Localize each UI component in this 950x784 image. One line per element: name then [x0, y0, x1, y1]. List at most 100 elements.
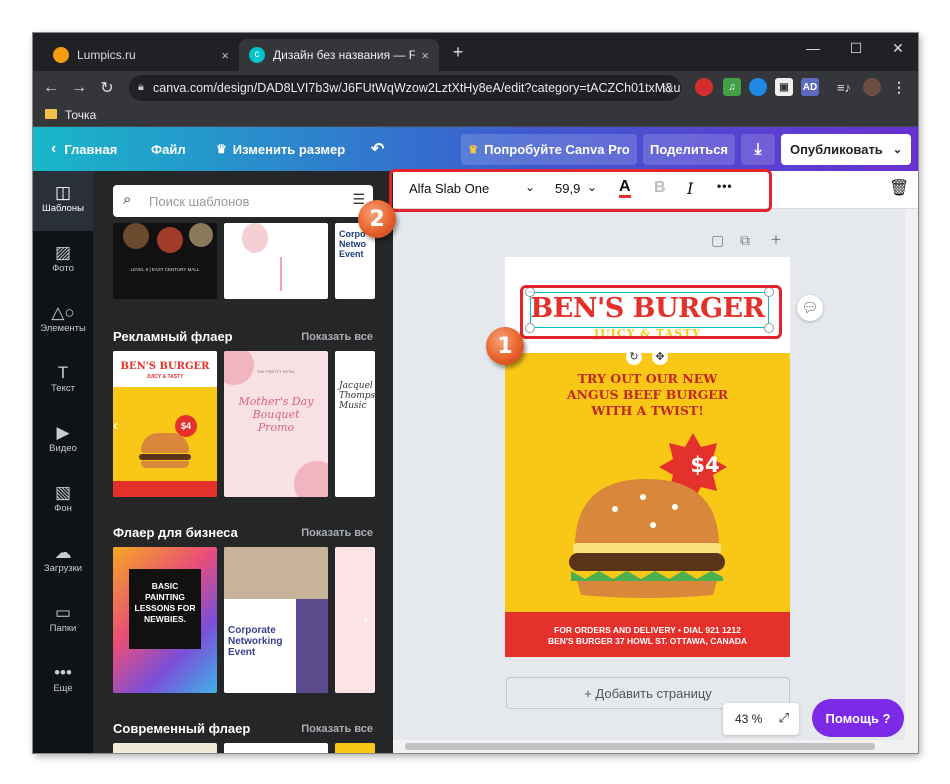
- move-icon[interactable]: ✥: [652, 349, 668, 365]
- scrollbar-thumb[interactable]: [405, 743, 875, 750]
- home-button[interactable]: ‹ Главная: [51, 127, 117, 171]
- poster-footer[interactable]: FOR ORDERS AND DELIVERY • DIAL 921 1212 …: [505, 612, 790, 657]
- template-thumb-modern-3[interactable]: [335, 743, 375, 753]
- rail-label: Элементы: [40, 323, 86, 334]
- templates-panel: LEVEL 5 | EAST CENTURY MALL Corpo Netwo …: [93, 171, 393, 753]
- footer-line: BEN'S BURGER 37 HOWL ST. OTTAWA, CANADA: [547, 636, 748, 646]
- template-thumb-music-partial[interactable]: Jacquel Thomps Music: [335, 351, 375, 497]
- browser-window: Lumpics.ru × c Дизайн без названия — Fly…: [33, 33, 918, 753]
- rail-item-elements[interactable]: △○ Элементы: [33, 291, 93, 351]
- zoom-control[interactable]: 43 % ⤢: [723, 703, 799, 735]
- bookmark-folder-icon: [45, 109, 57, 119]
- poster-price[interactable]: $4: [675, 453, 735, 477]
- rail-item-folders[interactable]: ▭ Папки: [33, 591, 93, 651]
- reload-icon[interactable]: ↻: [95, 76, 119, 100]
- crown-icon: ♛: [468, 144, 479, 156]
- menu-kebab-icon[interactable]: ⋮: [890, 78, 908, 96]
- template-thumb-baby[interactable]: [224, 223, 328, 299]
- poster-tagline[interactable]: TRY OUT OUR NEW ANGUS BEEF BURGER WITH A…: [505, 371, 790, 419]
- rail-item-more[interactable]: ••• Еще: [33, 651, 93, 711]
- see-all-link[interactable]: Показать все: [301, 331, 373, 343]
- close-window-button[interactable]: ✕: [878, 33, 918, 63]
- canva-header: ‹ Главная Файл ♛ Изменить размер ↶ ♛ Поп…: [33, 127, 918, 171]
- canva-favicon-icon: c: [249, 47, 265, 63]
- publish-button[interactable]: Опубликовать ⌄: [781, 134, 911, 165]
- duplicate-page-icon[interactable]: ⧉: [740, 232, 750, 249]
- download-icon[interactable]: ⤓: [741, 134, 775, 165]
- footer-line: FOR ORDERS AND DELIVERY • DIAL 921 1212: [554, 625, 741, 635]
- new-tab-button[interactable]: +: [445, 37, 471, 67]
- more-icon: •••: [54, 663, 72, 682]
- fullscreen-icon[interactable]: ⤢: [779, 710, 789, 726]
- thumb-text: JUICY & TASTY: [146, 374, 184, 380]
- vertical-scrollbar[interactable]: [905, 209, 918, 753]
- extension-vpn-icon[interactable]: [749, 78, 767, 96]
- template-thumb-corporate[interactable]: Corporate Networking Event: [224, 547, 328, 693]
- see-all-link[interactable]: Показать все: [301, 723, 373, 735]
- resize-button[interactable]: ♛ Изменить размер: [216, 127, 345, 171]
- rail-item-background[interactable]: ▧ Фон: [33, 471, 93, 531]
- horizontal-scrollbar[interactable]: [393, 740, 905, 753]
- rail-item-text[interactable]: T Текст: [33, 351, 93, 411]
- trash-icon[interactable]: 🗑︎: [889, 178, 909, 198]
- profile-avatar[interactable]: [863, 78, 881, 96]
- help-button[interactable]: Помощь ?: [812, 699, 904, 737]
- template-thumb-painting[interactable]: BASIC PAINTING LESSONS FOR NEWBIES.: [113, 547, 217, 693]
- carousel-next-icon[interactable]: ›: [363, 611, 368, 629]
- home-label: Главная: [64, 141, 118, 157]
- tab-canva[interactable]: c Дизайн без названия — Flyer (A ×: [239, 39, 439, 71]
- comment-icon[interactable]: 💬︎: [797, 295, 823, 321]
- thumb-text: Jacquel Thomps Music: [339, 381, 375, 411]
- elements-icon: △○: [51, 303, 75, 322]
- carousel-prev-icon[interactable]: ‹: [113, 417, 118, 435]
- file-menu-button[interactable]: Файл: [151, 127, 186, 171]
- url-field[interactable]: 🔒︎ canva.com/design/DAD8LVI7b3w/J6FUtWqW…: [129, 75, 681, 101]
- extension-ad-icon[interactable]: AD: [801, 78, 819, 96]
- forward-arrow-icon[interactable]: →: [67, 76, 91, 100]
- template-thumb-mall[interactable]: LEVEL 5 | EAST CENTURY MALL: [113, 223, 217, 299]
- try-pro-button[interactable]: ♛ Попробуйте Canva Pro: [461, 134, 637, 165]
- templates-icon: ◫: [54, 183, 72, 202]
- template-thumb-floral-partial[interactable]: [335, 547, 375, 693]
- thumb-price: $4: [175, 415, 197, 437]
- maximize-button[interactable]: ☐: [836, 33, 876, 63]
- rail-item-video[interactable]: ▶ Видео: [33, 411, 93, 471]
- media-control-icon[interactable]: ≡♪: [835, 78, 853, 96]
- lock-icon: 🔒︎: [138, 81, 144, 93]
- back-arrow-icon[interactable]: ←: [39, 76, 63, 100]
- thumb-text: BASIC PAINTING LESSONS FOR NEWBIES.: [134, 581, 196, 624]
- rail-item-templates[interactable]: ◫ Шаблоны: [33, 171, 93, 231]
- template-thumb-burger[interactable]: BEN'S BURGER JUICY & TASTY $4: [113, 351, 217, 497]
- text-icon: T: [57, 363, 69, 382]
- undo-icon[interactable]: ↶: [371, 127, 384, 171]
- rotate-icon[interactable]: ↻: [626, 349, 642, 365]
- thumb-text: Mother's Day Bouquet Promo: [238, 395, 314, 434]
- share-button[interactable]: Поделиться: [643, 134, 735, 165]
- template-thumb-mothers-day[interactable]: THE PRETTY PETAL Mother's Day Bouquet Pr…: [224, 351, 328, 497]
- folder-icon: ▭: [54, 603, 72, 622]
- bookmark-star-icon[interactable]: ☆: [655, 76, 679, 100]
- rail-item-uploads[interactable]: ☁ Загрузки: [33, 531, 93, 591]
- tab-lumpics[interactable]: Lumpics.ru ×: [43, 39, 239, 71]
- crown-icon: ♛: [216, 142, 227, 156]
- upload-icon: ☁: [54, 543, 72, 562]
- template-thumb-modern-2[interactable]: [224, 743, 328, 753]
- carousel-next-icon[interactable]: ›: [363, 417, 368, 435]
- tab-close-icon[interactable]: ×: [421, 48, 429, 63]
- add-page-icon[interactable]: +: [771, 230, 781, 250]
- minimize-button[interactable]: —: [793, 33, 833, 63]
- rail-item-photo[interactable]: ▨ Фото: [33, 231, 93, 291]
- chevron-down-icon: ⌄: [892, 144, 903, 156]
- note-icon[interactable]: ▢: [711, 232, 724, 249]
- tab-close-icon[interactable]: ×: [221, 48, 229, 63]
- template-search-input[interactable]: ⌕ Поиск шаблонов ☰: [113, 185, 373, 217]
- try-pro-label: Попробуйте Canva Pro: [484, 142, 630, 157]
- extension-red-icon[interactable]: [695, 78, 713, 96]
- extension-music-icon[interactable]: ♫: [723, 78, 741, 96]
- template-thumb-modern-1[interactable]: [113, 743, 217, 753]
- video-icon: ▶: [56, 423, 70, 442]
- bookmark-link[interactable]: Точка: [65, 108, 96, 122]
- bookmarks-bar: Точка: [33, 105, 918, 127]
- see-all-link[interactable]: Показать все: [301, 527, 373, 539]
- extension-cube-icon[interactable]: ▣: [775, 78, 793, 96]
